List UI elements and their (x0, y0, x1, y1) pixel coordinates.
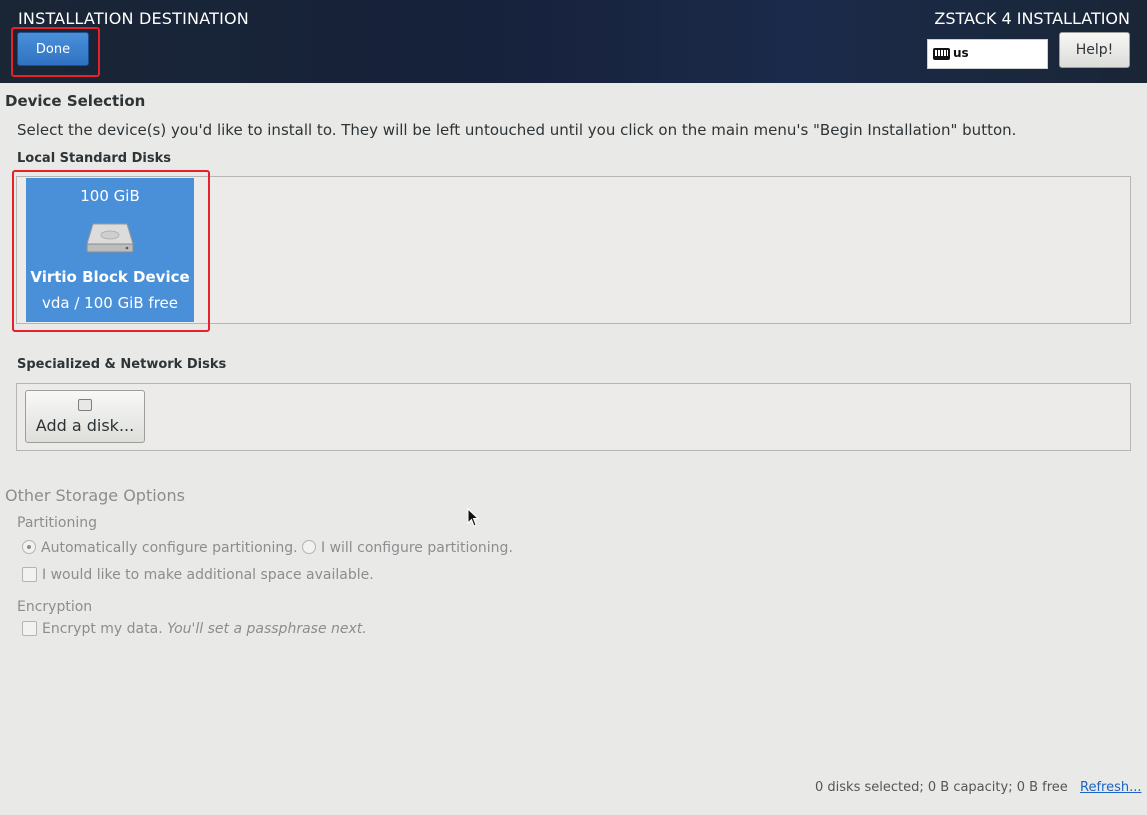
checkbox-icon (22, 567, 37, 582)
header-bar: INSTALLATION DESTINATION Done ZSTACK 4 I… (0, 0, 1147, 83)
additional-space-label: I would like to make additional space av… (42, 567, 374, 583)
encryption-heading: Encryption (17, 599, 93, 615)
page-title: INSTALLATION DESTINATION (18, 9, 249, 28)
device-selection-heading: Device Selection (5, 92, 146, 110)
add-disk-label: Add a disk... (35, 416, 135, 435)
keyboard-layout-indicator[interactable]: us (927, 39, 1048, 69)
partitioning-heading: Partitioning (17, 515, 97, 531)
specialized-disks-heading: Specialized & Network Disks (17, 357, 227, 372)
product-title: ZSTACK 4 INSTALLATION (934, 9, 1130, 28)
encrypt-note: You'll set a passphrase next. (167, 621, 367, 637)
encrypt-label: Encrypt my data. (42, 621, 163, 637)
instruction-text: Select the device(s) you'd like to insta… (17, 121, 1017, 139)
radio-unchecked-icon (302, 540, 316, 554)
disk-add-icon (78, 399, 92, 411)
encrypt-option[interactable]: Encrypt my data. You'll set a passphrase… (22, 621, 367, 637)
auto-partitioning-label: Automatically configure partitioning. (41, 540, 298, 556)
keyboard-layout-label: us (953, 46, 969, 60)
selection-summary: 0 disks selected; 0 B capacity; 0 B free (815, 780, 1068, 795)
additional-space-option[interactable]: I would like to make additional space av… (22, 567, 374, 583)
add-disk-button[interactable]: Add a disk... (25, 390, 145, 443)
manual-partitioning-option[interactable]: I will configure partitioning. (302, 540, 513, 556)
help-button[interactable]: Help! (1059, 32, 1130, 68)
done-highlight-box (11, 27, 100, 77)
disk-highlight-box (12, 170, 210, 332)
manual-partitioning-label: I will configure partitioning. (321, 540, 513, 556)
keyboard-icon (933, 48, 950, 60)
mouse-pointer-icon (467, 508, 479, 527)
radio-checked-icon (22, 540, 36, 554)
checkbox-icon (22, 621, 37, 636)
refresh-link[interactable]: Refresh... (1080, 780, 1142, 795)
local-disks-heading: Local Standard Disks (17, 151, 171, 166)
auto-partitioning-option[interactable]: Automatically configure partitioning. (22, 540, 298, 556)
other-storage-heading: Other Storage Options (5, 486, 185, 505)
network-disks-panel (16, 383, 1131, 451)
